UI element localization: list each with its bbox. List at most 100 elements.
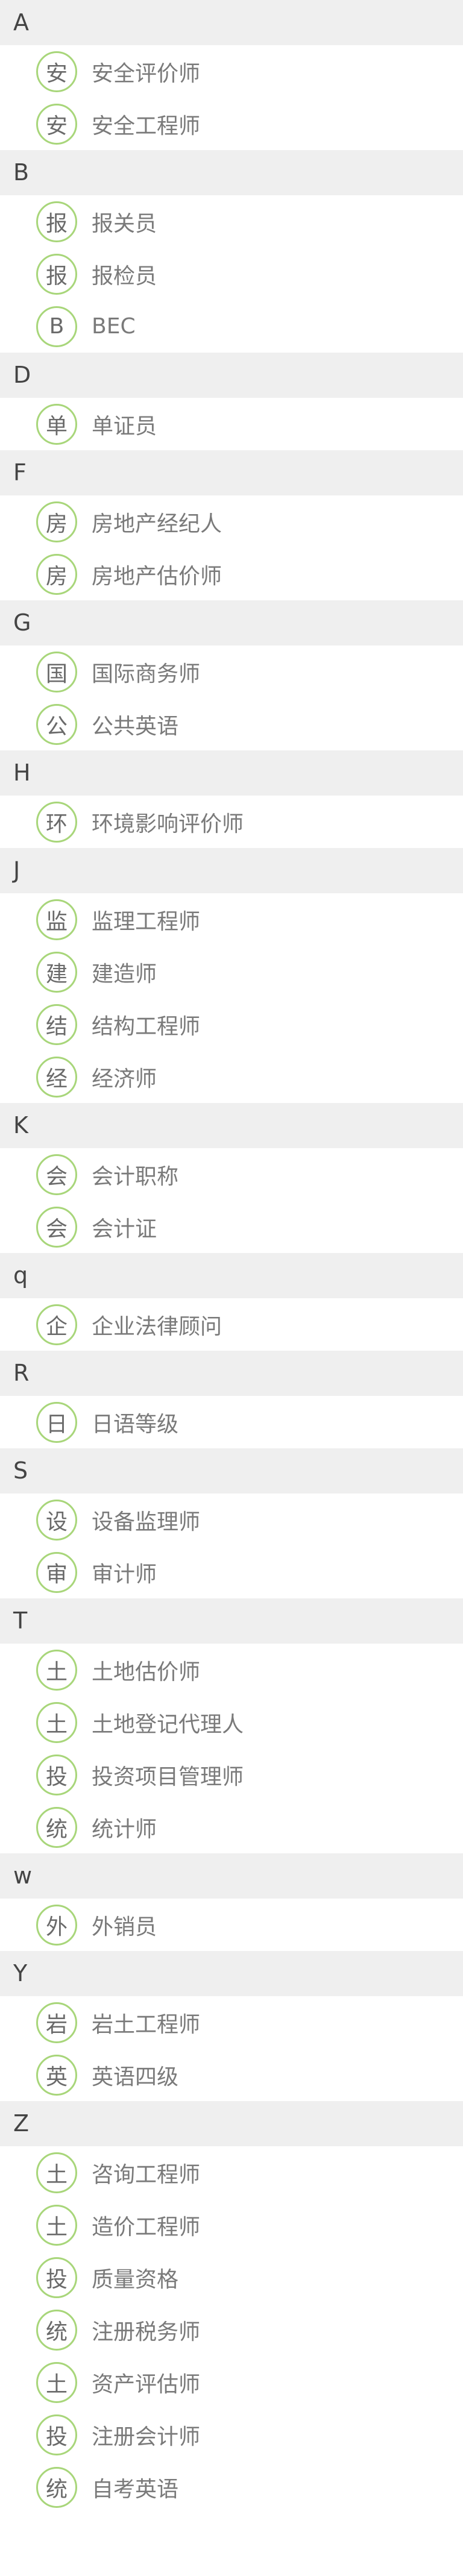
exam-category-list: A 安 安全评价师 安 安全工程师 B 报 报关员 报 报检员 B BEC D … xyxy=(0,0,463,2513)
item-initial-badge: 会 xyxy=(36,1206,77,1248)
item-initial-badge: 会 xyxy=(36,1154,77,1195)
item-label: 房地产经纪人 xyxy=(92,511,222,536)
list-item[interactable]: 安 安全评价师 xyxy=(0,45,463,98)
list-item[interactable]: 日 日语等级 xyxy=(0,1396,463,1448)
list-item[interactable]: 英 英语四级 xyxy=(0,2049,463,2101)
item-initial-badge: 报 xyxy=(36,253,77,295)
list-item[interactable]: 统 自考英语 xyxy=(0,2461,463,2513)
item-initial-badge: 统 xyxy=(36,2309,77,2351)
item-label: 会计职称 xyxy=(92,1164,179,1189)
item-label: 审计师 xyxy=(92,1562,157,1587)
item-initial-badge: 土 xyxy=(36,2361,77,2403)
section-header: S xyxy=(0,1448,463,1494)
list-item[interactable]: B BEC xyxy=(0,300,463,353)
list-item[interactable]: 房 房地产经纪人 xyxy=(0,495,463,548)
item-initial-badge: 监 xyxy=(36,899,77,940)
list-item[interactable]: 企 企业法律顾问 xyxy=(0,1298,463,1351)
item-label: 企业法律顾问 xyxy=(92,1314,222,1339)
list-item[interactable]: 经 经济师 xyxy=(0,1051,463,1103)
item-label: 安全工程师 xyxy=(92,113,201,139)
list-item[interactable]: 公 公共英语 xyxy=(0,698,463,750)
item-initial-badge: 单 xyxy=(36,403,77,445)
item-label: 结构工程师 xyxy=(92,1014,201,1039)
item-label: 报关员 xyxy=(92,211,157,236)
section-header: H xyxy=(0,750,463,796)
item-initial-badge: 审 xyxy=(36,1551,77,1593)
item-label: 公共英语 xyxy=(92,714,179,739)
list-item[interactable]: 审 审计师 xyxy=(0,1546,463,1598)
item-label: 日语等级 xyxy=(92,1412,179,1437)
item-initial-badge: 设 xyxy=(36,1499,77,1541)
list-item[interactable]: 会 会计职称 xyxy=(0,1148,463,1201)
item-label: 造价工程师 xyxy=(92,2214,201,2240)
list-item[interactable]: 单 单证员 xyxy=(0,398,463,450)
item-initial-badge: 统 xyxy=(36,1806,77,1848)
item-label: 质量资格 xyxy=(92,2267,179,2292)
section-header: G xyxy=(0,600,463,646)
section-header: Y xyxy=(0,1951,463,1996)
item-initial-badge: 经 xyxy=(36,1056,77,1098)
item-initial-badge: B xyxy=(36,306,77,347)
section-header: R xyxy=(0,1351,463,1396)
list-item[interactable]: 统 统计师 xyxy=(0,1801,463,1853)
item-label: 环境影响评价师 xyxy=(92,811,244,837)
item-initial-badge: 结 xyxy=(36,1004,77,1045)
section-header: A xyxy=(0,0,463,45)
list-item[interactable]: 外 外销员 xyxy=(0,1899,463,1951)
list-item[interactable]: 报 报关员 xyxy=(0,195,463,248)
list-item[interactable]: 会 会计证 xyxy=(0,1201,463,1253)
item-initial-badge: 投 xyxy=(36,2257,77,2298)
list-item[interactable]: 投 投资项目管理师 xyxy=(0,1748,463,1801)
section-header: F xyxy=(0,450,463,495)
item-label: 土地估价师 xyxy=(92,1659,201,1685)
item-initial-badge: 房 xyxy=(36,501,77,542)
item-initial-badge: 土 xyxy=(36,1649,77,1691)
list-item[interactable]: 土 咨询工程师 xyxy=(0,2146,463,2199)
item-label: 统计师 xyxy=(92,1817,157,1842)
item-label: 安全评价师 xyxy=(92,61,201,86)
item-initial-badge: 企 xyxy=(36,1304,77,1345)
item-label: 资产评估师 xyxy=(92,2372,201,2397)
item-initial-badge: 土 xyxy=(36,2152,77,2193)
item-initial-badge: 投 xyxy=(36,2414,77,2455)
item-initial-badge: 岩 xyxy=(36,2002,77,2043)
item-label: 经济师 xyxy=(92,1066,157,1092)
item-label: BEC xyxy=(92,314,136,339)
list-item[interactable]: 结 结构工程师 xyxy=(0,998,463,1051)
section-header: T xyxy=(0,1598,463,1644)
item-label: 土地登记代理人 xyxy=(92,1712,244,1737)
section-header: D xyxy=(0,353,463,398)
item-label: 注册税务师 xyxy=(92,2319,201,2345)
list-item[interactable]: 岩 岩土工程师 xyxy=(0,1996,463,2049)
list-item[interactable]: 土 土地登记代理人 xyxy=(0,1696,463,1748)
item-initial-badge: 土 xyxy=(36,1701,77,1743)
list-item[interactable]: 统 注册税务师 xyxy=(0,2304,463,2356)
item-initial-badge: 国 xyxy=(36,651,77,693)
item-initial-badge: 报 xyxy=(36,201,77,242)
list-item[interactable]: 土 资产评估师 xyxy=(0,2356,463,2408)
item-initial-badge: 安 xyxy=(36,51,77,92)
item-initial-badge: 英 xyxy=(36,2054,77,2096)
item-label: 岩土工程师 xyxy=(92,2012,201,2037)
item-initial-badge: 土 xyxy=(36,2204,77,2246)
section-header: B xyxy=(0,150,463,195)
list-item[interactable]: 投 质量资格 xyxy=(0,2251,463,2304)
list-item[interactable]: 土 土地估价师 xyxy=(0,1644,463,1696)
list-item[interactable]: 报 报检员 xyxy=(0,248,463,300)
list-item[interactable]: 监 监理工程师 xyxy=(0,893,463,946)
item-label: 外销员 xyxy=(92,1914,157,1940)
section-header: J xyxy=(0,848,463,893)
item-initial-badge: 房 xyxy=(36,553,77,595)
item-label: 会计证 xyxy=(92,1216,157,1242)
list-item[interactable]: 设 设备监理师 xyxy=(0,1494,463,1546)
list-item[interactable]: 安 安全工程师 xyxy=(0,98,463,150)
list-item[interactable]: 建 建造师 xyxy=(0,946,463,998)
item-label: 监理工程师 xyxy=(92,909,201,934)
item-label: 单证员 xyxy=(92,413,157,439)
list-item[interactable]: 环 环境影响评价师 xyxy=(0,796,463,848)
list-item[interactable]: 土 造价工程师 xyxy=(0,2199,463,2251)
list-item[interactable]: 投 注册会计师 xyxy=(0,2408,463,2461)
item-initial-badge: 外 xyxy=(36,1904,77,1946)
list-item[interactable]: 国 国际商务师 xyxy=(0,646,463,698)
list-item[interactable]: 房 房地产估价师 xyxy=(0,548,463,600)
